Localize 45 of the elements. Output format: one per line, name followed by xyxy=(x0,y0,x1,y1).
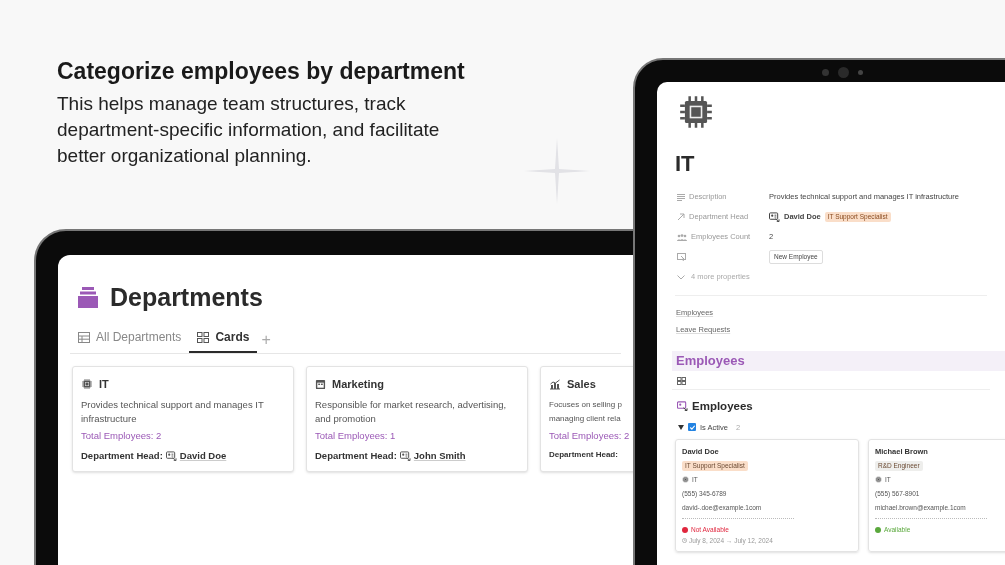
people-icon xyxy=(677,233,687,241)
total-employees: Total Employees: 1 xyxy=(315,428,397,443)
card-description: Provides technical support and manages IT infrastructure xyxy=(81,397,265,426)
grid-icon xyxy=(197,331,210,343)
page-title: IT xyxy=(674,153,696,175)
card-title: Marketing xyxy=(332,377,384,392)
department-head-link[interactable]: David Doe xyxy=(179,448,227,463)
triangle-icon xyxy=(678,424,684,430)
department-head-label: Department Head: xyxy=(81,448,163,463)
clock-icon xyxy=(682,538,687,544)
subtext: This helps manage team structures, track department-specific information, and facilitate better organizational planning. xyxy=(57,92,441,168)
department-head-label: Department Head: xyxy=(549,448,618,461)
grid-icon xyxy=(677,376,686,385)
card-description: Responsible for market research, advertising, and promotion xyxy=(315,397,508,426)
card-title: Sales xyxy=(567,377,596,392)
card-title: IT xyxy=(99,377,109,392)
total-employees: Total Employees: 2 xyxy=(81,428,163,443)
group-toggle[interactable] xyxy=(678,424,684,430)
total-employees: Total Employees: 2 xyxy=(549,428,631,443)
department-card[interactable]: Marketing Responsible for market research, advertising, and promotion Total Employees: 1 Department Head: John Smith xyxy=(306,366,528,472)
chart-icon xyxy=(549,378,561,390)
chevron-down-icon xyxy=(677,274,685,280)
page-title: Departments xyxy=(110,285,263,310)
person-card-icon xyxy=(165,450,177,461)
department-head-link[interactable]: John Smith xyxy=(413,448,466,463)
group-checkbox[interactable] xyxy=(688,423,696,432)
camera-lens xyxy=(838,67,849,78)
department-card[interactable]: IT Provides technical support and manages IT infrastructure Total Employees: 2 Department Head: David Doe xyxy=(72,366,294,472)
department-head-label: Department Head: xyxy=(315,448,397,463)
view-tab[interactable]: Cards xyxy=(189,328,258,353)
view-title: Employees xyxy=(692,398,753,414)
person-card-icon xyxy=(399,450,411,461)
view-tab[interactable]: All Departments xyxy=(70,328,190,353)
arrow-icon xyxy=(677,213,685,221)
drawers-icon xyxy=(78,287,98,308)
table-icon xyxy=(78,331,90,343)
cursor-box-icon xyxy=(677,253,686,261)
section-heading: Employees xyxy=(672,350,1005,371)
calendar-icon xyxy=(315,378,326,390)
headline: Categorize employees by department xyxy=(57,57,466,86)
lines-icon xyxy=(677,193,685,201)
person-card-icon xyxy=(677,401,688,412)
person-card-icon xyxy=(769,212,780,222)
card-description: Focuses on selling p managing client rela xyxy=(549,398,623,425)
department-card[interactable]: Sales Focuses on selling p managing client rela Total Employees: 2 Department Head: xyxy=(540,366,633,472)
